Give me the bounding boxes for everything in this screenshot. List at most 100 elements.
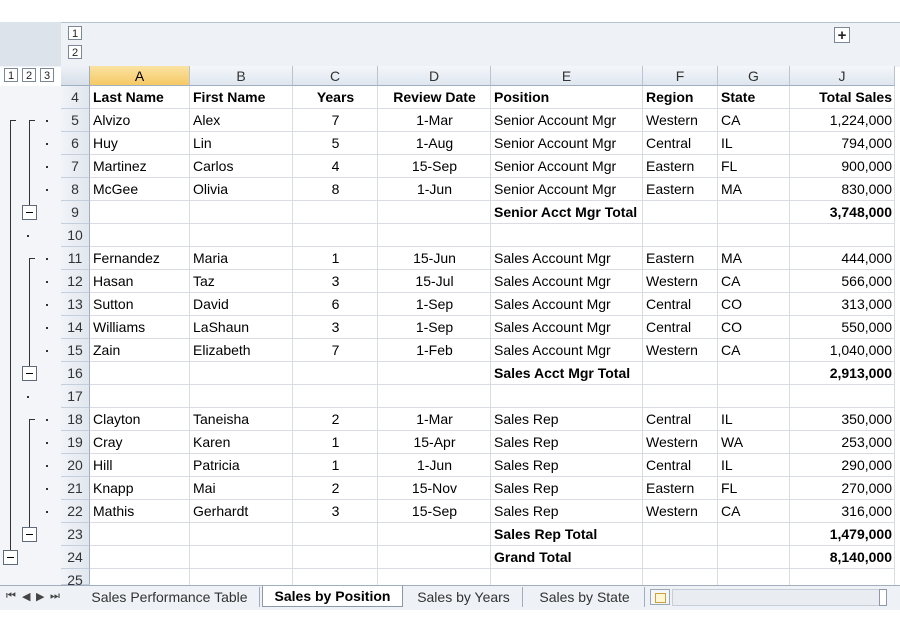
cell-a22[interactable]: Mathis bbox=[90, 500, 190, 523]
cell-f4[interactable]: Region bbox=[643, 86, 718, 109]
cell-c9[interactable] bbox=[293, 201, 378, 224]
cell-e17[interactable] bbox=[491, 385, 643, 408]
cell-b10[interactable] bbox=[190, 224, 293, 247]
cell-f11[interactable]: Eastern bbox=[643, 247, 718, 270]
cell-c21[interactable]: 2 bbox=[293, 477, 378, 500]
cell-c20[interactable]: 1 bbox=[293, 454, 378, 477]
row-header-12[interactable]: 12 bbox=[61, 270, 90, 293]
cell-f21[interactable]: Eastern bbox=[643, 477, 718, 500]
cell-b16[interactable] bbox=[190, 362, 293, 385]
column-header-e[interactable]: E bbox=[491, 66, 643, 86]
cell-d9[interactable] bbox=[378, 201, 491, 224]
cell-c16[interactable] bbox=[293, 362, 378, 385]
row-header-23[interactable]: 23 bbox=[61, 523, 90, 546]
row-header-10[interactable]: 10 bbox=[61, 224, 90, 247]
cell-g14[interactable]: CO bbox=[718, 316, 790, 339]
cell-f12[interactable]: Western bbox=[643, 270, 718, 293]
cell-e8[interactable]: Senior Account Mgr bbox=[491, 178, 643, 201]
cell-j21[interactable]: 270,000 bbox=[790, 477, 895, 500]
cell-a8[interactable]: McGee bbox=[90, 178, 190, 201]
cell-c10[interactable] bbox=[293, 224, 378, 247]
cell-e14[interactable]: Sales Account Mgr bbox=[491, 316, 643, 339]
col-level-1-button[interactable]: 1 bbox=[4, 68, 18, 82]
row-header-18[interactable]: 18 bbox=[61, 408, 90, 431]
cell-f19[interactable]: Western bbox=[643, 431, 718, 454]
cell-e5[interactable]: Senior Account Mgr bbox=[491, 109, 643, 132]
cell-g17[interactable] bbox=[718, 385, 790, 408]
cell-b7[interactable]: Carlos bbox=[190, 155, 293, 178]
cell-d8[interactable]: 1-Jun bbox=[378, 178, 491, 201]
cell-g25[interactable] bbox=[718, 569, 790, 585]
cell-a16[interactable] bbox=[90, 362, 190, 385]
cell-j9[interactable]: 3,748,000 bbox=[790, 201, 895, 224]
cell-a23[interactable] bbox=[90, 523, 190, 546]
cell-e6[interactable]: Senior Account Mgr bbox=[491, 132, 643, 155]
cell-b13[interactable]: David bbox=[190, 293, 293, 316]
cell-d13[interactable]: 1-Sep bbox=[378, 293, 491, 316]
cell-g21[interactable]: FL bbox=[718, 477, 790, 500]
tab-nav-last-icon[interactable]: ⏭ bbox=[50, 590, 60, 603]
cell-c5[interactable]: 7 bbox=[293, 109, 378, 132]
cell-j15[interactable]: 1,040,000 bbox=[790, 339, 895, 362]
cell-b14[interactable]: LaShaun bbox=[190, 316, 293, 339]
row-header-15[interactable]: 15 bbox=[61, 339, 90, 362]
cell-f24[interactable] bbox=[643, 546, 718, 569]
select-all-corner[interactable] bbox=[61, 66, 90, 86]
tab-nav-prev-icon[interactable]: ◀ bbox=[22, 590, 30, 603]
cell-f7[interactable]: Eastern bbox=[643, 155, 718, 178]
row-header-11[interactable]: 11 bbox=[61, 247, 90, 270]
cell-g18[interactable]: IL bbox=[718, 408, 790, 431]
cell-j23[interactable]: 1,479,000 bbox=[790, 523, 895, 546]
column-header-j[interactable]: J bbox=[790, 66, 895, 86]
cell-c15[interactable]: 7 bbox=[293, 339, 378, 362]
cell-j17[interactable] bbox=[790, 385, 895, 408]
cell-e4[interactable]: Position bbox=[491, 86, 643, 109]
cell-a15[interactable]: Zain bbox=[90, 339, 190, 362]
cell-f13[interactable]: Central bbox=[643, 293, 718, 316]
cell-a25[interactable] bbox=[90, 569, 190, 585]
cell-j18[interactable]: 350,000 bbox=[790, 408, 895, 431]
cell-f16[interactable] bbox=[643, 362, 718, 385]
cell-a10[interactable] bbox=[90, 224, 190, 247]
cell-e21[interactable]: Sales Rep bbox=[491, 477, 643, 500]
tab-sales-performance-table[interactable]: Sales Performance Table bbox=[80, 587, 260, 607]
row-level-1-button[interactable]: 1 bbox=[68, 26, 82, 40]
cell-c4[interactable]: Years bbox=[293, 86, 378, 109]
cell-d23[interactable] bbox=[378, 523, 491, 546]
row-header-8[interactable]: 8 bbox=[61, 178, 90, 201]
cell-j4[interactable]: Total Sales bbox=[790, 86, 895, 109]
cell-b25[interactable] bbox=[190, 569, 293, 585]
column-header-b[interactable]: B bbox=[190, 66, 293, 86]
cell-a12[interactable]: Hasan bbox=[90, 270, 190, 293]
cell-e18[interactable]: Sales Rep bbox=[491, 408, 643, 431]
row-header-16[interactable]: 16 bbox=[61, 362, 90, 385]
cell-g5[interactable]: CA bbox=[718, 109, 790, 132]
cell-e12[interactable]: Sales Account Mgr bbox=[491, 270, 643, 293]
cell-d12[interactable]: 15-Jul bbox=[378, 270, 491, 293]
cell-d14[interactable]: 1-Sep bbox=[378, 316, 491, 339]
cell-c19[interactable]: 1 bbox=[293, 431, 378, 454]
cell-e20[interactable]: Sales Rep bbox=[491, 454, 643, 477]
cell-g4[interactable]: State bbox=[718, 86, 790, 109]
cell-j11[interactable]: 444,000 bbox=[790, 247, 895, 270]
cell-g24[interactable] bbox=[718, 546, 790, 569]
cell-f9[interactable] bbox=[643, 201, 718, 224]
expand-button[interactable]: + bbox=[834, 27, 850, 43]
cell-j5[interactable]: 1,224,000 bbox=[790, 109, 895, 132]
column-header-d[interactable]: D bbox=[378, 66, 491, 86]
column-header-g[interactable]: G bbox=[718, 66, 790, 86]
cell-f6[interactable]: Central bbox=[643, 132, 718, 155]
row-header-14[interactable]: 14 bbox=[61, 316, 90, 339]
cell-g15[interactable]: CA bbox=[718, 339, 790, 362]
cell-d21[interactable]: 15-Nov bbox=[378, 477, 491, 500]
cell-c7[interactable]: 4 bbox=[293, 155, 378, 178]
cell-f8[interactable]: Eastern bbox=[643, 178, 718, 201]
cell-c14[interactable]: 3 bbox=[293, 316, 378, 339]
cell-j13[interactable]: 313,000 bbox=[790, 293, 895, 316]
cell-f25[interactable] bbox=[643, 569, 718, 585]
cell-c25[interactable] bbox=[293, 569, 378, 585]
cell-f15[interactable]: Western bbox=[643, 339, 718, 362]
cell-j14[interactable]: 550,000 bbox=[790, 316, 895, 339]
collapse-all-icon[interactable] bbox=[3, 550, 18, 565]
cell-g12[interactable]: CA bbox=[718, 270, 790, 293]
